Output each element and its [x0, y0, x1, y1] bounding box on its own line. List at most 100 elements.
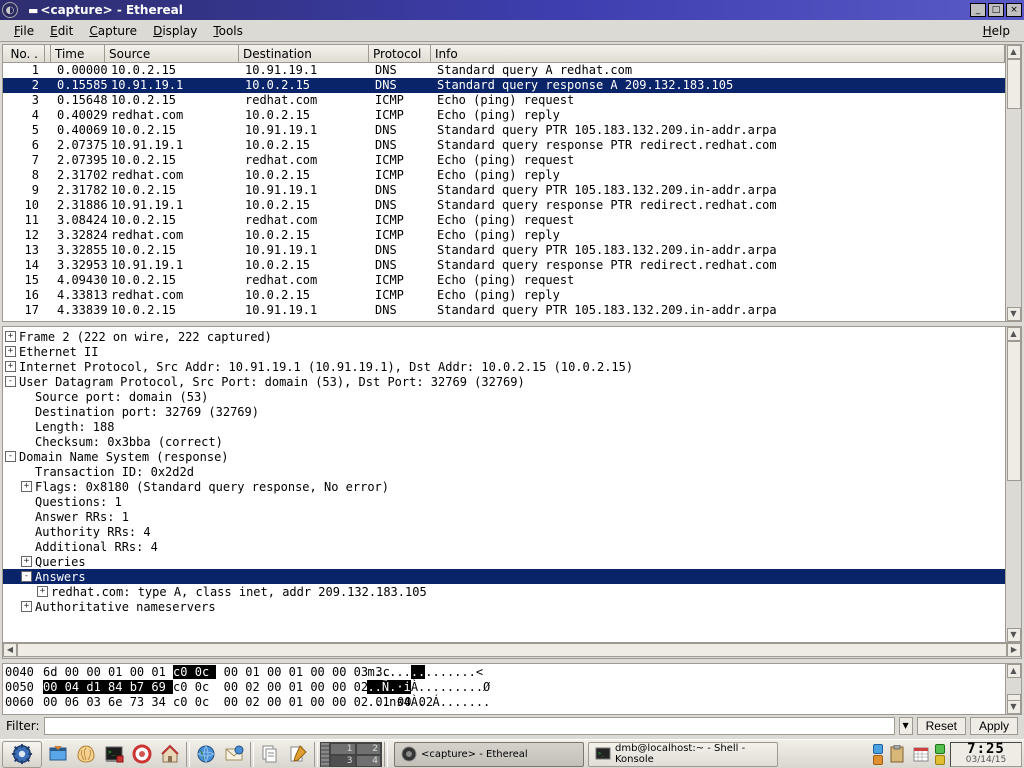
tree-row[interactable]: +Authoritative nameservers [3, 599, 1005, 614]
expand-icon[interactable]: + [5, 331, 16, 342]
expand-icon[interactable]: + [37, 586, 48, 597]
filter-dropdown-icon[interactable]: ▼ [899, 717, 913, 735]
packet-row[interactable]: 20.15585510.91.19.110.0.2.15DNSStandard … [3, 78, 1005, 93]
tree-row[interactable]: Questions: 1 [3, 494, 1005, 509]
packet-row[interactable]: 50.40069810.0.2.1510.91.19.1DNSStandard … [3, 123, 1005, 138]
task-ethereal[interactable]: <capture> - Ethereal [394, 742, 584, 767]
details-hscrollbar[interactable]: ◀ ▶ [3, 642, 1021, 658]
desktop-pager[interactable]: 1 2 3 4 [320, 742, 382, 767]
bytes-vscrollbar[interactable]: ▲ ▼ [1005, 664, 1021, 714]
scroll-down-icon[interactable]: ▼ [1007, 307, 1021, 321]
scroll-up-icon[interactable]: ▲ [1007, 664, 1021, 678]
tree-row[interactable]: +Frame 2 (222 on wire, 222 captured) [3, 329, 1005, 344]
tree-row[interactable]: +Flags: 0x8180 (Standard query response,… [3, 479, 1005, 494]
col-header-info[interactable]: Info [431, 45, 1005, 62]
pager-cell-1[interactable]: 1 [330, 743, 356, 755]
collapse-icon[interactable]: - [5, 376, 16, 387]
packet-row[interactable]: 82.317025redhat.com10.0.2.15ICMPEcho (pi… [3, 168, 1005, 183]
packet-row[interactable]: 143.32953910.91.19.110.0.2.15DNSStandard… [3, 258, 1005, 273]
packet-row[interactable]: 62.07375110.91.19.110.0.2.15DNSStandard … [3, 138, 1005, 153]
home-icon[interactable] [158, 742, 182, 766]
packet-vscrollbar[interactable]: ▲ ▼ [1005, 45, 1021, 321]
menu-tools[interactable]: Tools [205, 22, 251, 40]
scroll-down-icon[interactable]: ▼ [1007, 700, 1021, 714]
tree-row[interactable]: Answer RRs: 1 [3, 509, 1005, 524]
scroll-down-icon[interactable]: ▼ [1007, 628, 1021, 642]
packet-row[interactable]: 154.09430710.0.2.15redhat.comICMPEcho (p… [3, 273, 1005, 288]
packet-list-rows[interactable]: 10.00000010.0.2.1510.91.19.1DNSStandard … [3, 63, 1005, 321]
tree-row[interactable]: +Internet Protocol, Src Addr: 10.91.19.1… [3, 359, 1005, 374]
hex-row[interactable]: 006000 06 03 6e 73 34 c0 0c 00 02 00 01 … [5, 695, 1003, 710]
tray-lock-icon[interactable] [872, 743, 884, 765]
packet-details-rows[interactable]: +Frame 2 (222 on wire, 222 captured)+Eth… [3, 327, 1005, 642]
collapse-icon[interactable]: - [5, 451, 16, 462]
scroll-up-icon[interactable]: ▲ [1007, 45, 1021, 59]
tree-row[interactable]: Additional RRs: 4 [3, 539, 1005, 554]
packet-row[interactable]: 174.33839510.0.2.1510.91.19.1DNSStandard… [3, 303, 1005, 318]
packet-row[interactable]: 30.15648410.0.2.15redhat.comICMPEcho (pi… [3, 93, 1005, 108]
tree-row[interactable]: Length: 188 [3, 419, 1005, 434]
scroll-thumb[interactable] [1007, 341, 1021, 481]
edit-icon[interactable] [286, 742, 310, 766]
packet-row[interactable]: 40.400293redhat.com10.0.2.15ICMPEcho (pi… [3, 108, 1005, 123]
filter-input[interactable] [44, 717, 895, 735]
packet-row[interactable]: 133.32855110.0.2.1510.91.19.1DNSStandard… [3, 243, 1005, 258]
scroll-left-icon[interactable]: ◀ [3, 643, 17, 657]
packet-row[interactable]: 72.07395710.0.2.15redhat.comICMPEcho (pi… [3, 153, 1005, 168]
menu-file[interactable]: File [6, 22, 42, 40]
packet-row[interactable]: 113.08424410.0.2.15redhat.comICMPEcho (p… [3, 213, 1005, 228]
menu-capture[interactable]: Capture [81, 22, 145, 40]
tree-row[interactable]: Transaction ID: 0x2d2d [3, 464, 1005, 479]
col-header-source[interactable]: Source [105, 45, 239, 62]
tree-row[interactable]: -Domain Name System (response) [3, 449, 1005, 464]
tree-row[interactable]: Destination port: 32769 (32769) [3, 404, 1005, 419]
hex-row[interactable]: 00406d 00 00 01 00 01 c0 0c 00 01 00 01 … [5, 665, 1003, 680]
docs-icon[interactable] [258, 742, 282, 766]
col-header-destination[interactable]: Destination [239, 45, 369, 62]
browser-icon[interactable] [194, 742, 218, 766]
menu-display[interactable]: Display [145, 22, 205, 40]
scroll-thumb[interactable] [17, 643, 1007, 657]
tree-row[interactable]: +Queries [3, 554, 1005, 569]
filter-reset-button[interactable]: Reset [917, 717, 966, 735]
col-header-no[interactable]: No. . [3, 45, 45, 62]
tray-status-icon[interactable] [934, 743, 946, 765]
clock[interactable]: 7:25 03/14/15 [950, 742, 1022, 767]
packet-row[interactable]: 123.328246redhat.com10.0.2.15ICMPEcho (p… [3, 228, 1005, 243]
scroll-right-icon[interactable]: ▶ [1007, 643, 1021, 657]
tree-row[interactable]: Source port: domain (53) [3, 389, 1005, 404]
show-desktop-icon[interactable] [46, 742, 70, 766]
expand-icon[interactable]: + [5, 361, 16, 372]
collapse-icon[interactable]: - [21, 571, 32, 582]
pager-cell-2[interactable]: 2 [356, 743, 382, 755]
packet-row[interactable]: 10.00000010.0.2.1510.91.19.1DNSStandard … [3, 63, 1005, 78]
maximize-button[interactable]: □ [988, 3, 1004, 17]
scroll-thumb[interactable] [1007, 59, 1021, 109]
close-button[interactable]: × [1006, 3, 1022, 17]
kmenu-button[interactable] [2, 741, 42, 768]
menu-help[interactable]: Help [975, 22, 1018, 40]
terminal-icon[interactable]: >_ [102, 742, 126, 766]
clipboard-icon[interactable] [888, 742, 906, 766]
task-konsole[interactable]: >_ dmb@localhost:~ - Shell - Konsole [588, 742, 778, 767]
tree-row[interactable]: -User Datagram Protocol, Src Port: domai… [3, 374, 1005, 389]
minimize-button[interactable]: _ [970, 3, 986, 17]
mail-icon[interactable] [222, 742, 246, 766]
packet-bytes-rows[interactable]: 00406d 00 00 01 00 01 c0 0c 00 01 00 01 … [3, 664, 1005, 714]
shell-icon[interactable] [74, 742, 98, 766]
col-header-protocol[interactable]: Protocol [369, 45, 431, 62]
packet-row[interactable]: 164.338132redhat.com10.0.2.15ICMPEcho (p… [3, 288, 1005, 303]
expand-icon[interactable]: + [5, 346, 16, 357]
filter-apply-button[interactable]: Apply [970, 717, 1018, 735]
col-header-time[interactable]: Time [51, 45, 105, 62]
tree-row[interactable]: -Answers [3, 569, 1005, 584]
packet-row[interactable]: 102.31886610.91.19.110.0.2.15DNSStandard… [3, 198, 1005, 213]
details-vscrollbar[interactable]: ▲ ▼ [1005, 327, 1021, 642]
tree-row[interactable]: Checksum: 0x3bba (correct) [3, 434, 1005, 449]
menu-edit[interactable]: Edit [42, 22, 81, 40]
expand-icon[interactable]: + [21, 601, 32, 612]
tree-row[interactable]: +Ethernet II [3, 344, 1005, 359]
pager-cell-3[interactable]: 3 [330, 755, 356, 767]
hex-row[interactable]: 005000 04 d1 84 b7 69 c0 0c 00 02 00 01 … [5, 680, 1003, 695]
packet-row[interactable]: 92.31782110.0.2.1510.91.19.1DNSStandard … [3, 183, 1005, 198]
